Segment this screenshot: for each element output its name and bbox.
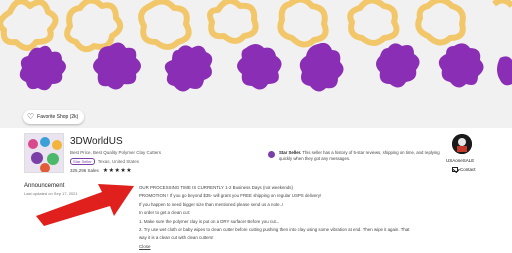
announcement-close-link[interactable]: Close [139, 244, 151, 249]
star-seller-icon [268, 151, 275, 158]
announcement-body: OUR PROCESSING TIME IS CURRENTLY 1-2 Bus… [139, 184, 509, 243]
announcement-line: If you happen to need bigger size than m… [139, 201, 284, 207]
shop-name: 3DWorldUS [70, 136, 123, 147]
shop-banner: ♡ Favorite Shop (2k) [0, 0, 512, 128]
shop-sales[interactable]: 325,296 Sales [70, 168, 99, 173]
red-arrow-annotation [36, 184, 134, 226]
announcement-line: 1. Make sure the polymer clay is put on … [139, 218, 280, 224]
contact-button[interactable]: Contact [452, 167, 476, 172]
shop-sales-row: 325,296 Sales ★★★★★ [70, 167, 132, 174]
star-seller-title: Star Seller. [279, 150, 302, 155]
shop-location: Texas, United States [97, 159, 139, 164]
shop-tagline: Best Price, Best Quality Polymer Clay Cu… [70, 150, 162, 155]
rating-stars[interactable]: ★★★★★ [103, 167, 132, 174]
mail-icon [452, 167, 458, 172]
shop-logo-image [25, 134, 63, 172]
heart-icon: ♡ [27, 112, 35, 121]
shop-meta: Star Seller Texas, United States [70, 158, 139, 165]
star-seller-info: Star Seller. This seller has a history o… [268, 150, 440, 162]
star-seller-text: This seller has a history of 5-star revi… [279, 150, 440, 161]
owner-name[interactable]: USAoneSALE [446, 158, 474, 163]
contact-label: Contact [460, 167, 476, 172]
star-seller-badge[interactable]: Star Seller [70, 158, 95, 165]
banner-image [0, 0, 512, 128]
announcement-line: 2. Try use wet cloth or baby wipes to cl… [139, 227, 410, 233]
star-seller-badge-label: Star Seller [73, 159, 92, 164]
announcement-line: PROMOTION ! If you go beyond $35- will g… [139, 193, 322, 199]
favorite-shop-button[interactable]: ♡ Favorite Shop (2k) [23, 110, 85, 124]
shop-logo[interactable] [24, 133, 64, 173]
favorite-shop-label: Favorite Shop (2k) [37, 114, 79, 120]
announcement-line: OUR PROCESSING TIME IS CURRENTLY 1-2 Bus… [139, 185, 293, 190]
announcement-line: In order to get a clean cut: [139, 210, 191, 216]
announcement-line: way it is a clean cut with clean cutters… [139, 235, 214, 241]
owner-avatar-image [452, 134, 472, 154]
owner-avatar[interactable] [452, 134, 472, 154]
